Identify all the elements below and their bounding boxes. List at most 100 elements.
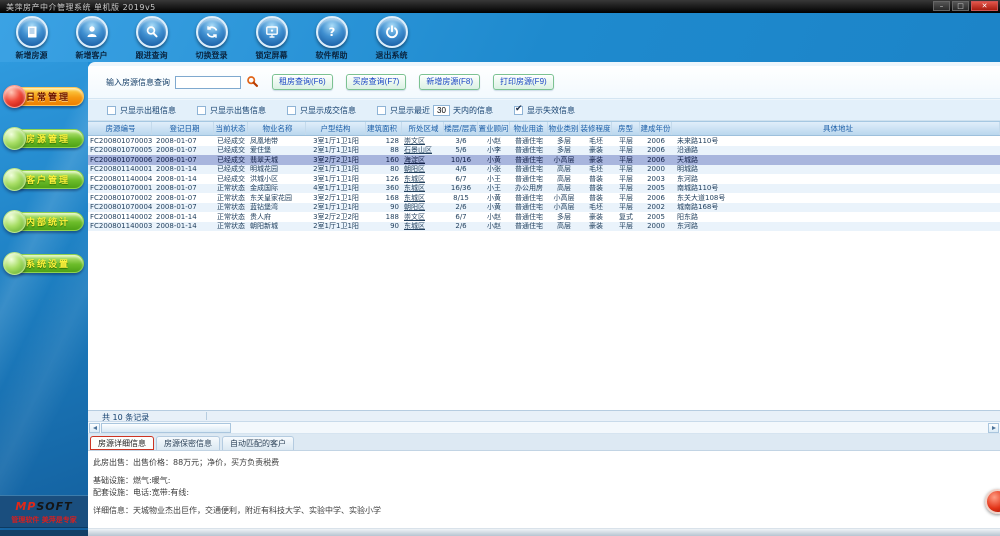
table-cell: 小王 — [478, 183, 510, 193]
table-cell: 沿通路 — [672, 145, 1000, 155]
filter-recent-days[interactable]: 只显示最近 天内的信息 — [377, 105, 493, 116]
sidebar-item-house-management[interactable]: 房源管理 — [3, 127, 85, 151]
table-cell: 小王 — [478, 174, 510, 184]
table-cell: 多层 — [548, 145, 580, 155]
rent-query-button[interactable]: 租房查询(F6) — [272, 74, 333, 90]
column-header[interactable]: 装修程度 — [580, 122, 612, 135]
column-header[interactable]: 置业顾问 — [478, 122, 510, 135]
table-cell: 2000 — [640, 165, 672, 173]
sidebar-item-internal-statistics[interactable]: 内部统计 — [3, 210, 85, 234]
toolbar-add-customer[interactable]: 新增客户 — [68, 15, 115, 62]
table-cell: 平层 — [612, 164, 640, 174]
table-cell: 平层 — [612, 174, 640, 184]
sidebar-item-customer-management[interactable]: 客户管理 — [3, 168, 85, 192]
table-row[interactable]: FC2008011400042008-01-14已经成交洪城小区3室1厅1卫1阳… — [88, 174, 1000, 184]
search-input[interactable] — [175, 76, 241, 89]
table-cell: 普装 — [580, 193, 612, 203]
buy-query-button[interactable]: 买房查询(F7) — [346, 74, 407, 90]
table-cell: 普通住宅 — [510, 164, 548, 174]
tab-house-detail-info[interactable]: 房源详细信息 — [90, 436, 154, 450]
column-header[interactable]: 房型 — [612, 122, 640, 135]
sidebar-item-daily-management[interactable]: 日常管理 — [3, 85, 85, 109]
table-cell: FC200801140001 — [88, 165, 152, 173]
table-cell: FC200801140003 — [88, 222, 152, 230]
column-header[interactable]: 物业类别 — [548, 122, 580, 135]
table-row[interactable]: FC2008011400032008-01-14正常状态朝阳新城2室1厅1卫1阳… — [88, 222, 1000, 232]
minimize-button[interactable]: – — [933, 1, 950, 11]
checkbox-icon[interactable] — [377, 106, 386, 115]
filter-rent-only[interactable]: 只显示出租信息 — [107, 105, 176, 116]
checkbox-icon[interactable] — [107, 106, 116, 115]
table-cell: 2006 — [640, 156, 672, 164]
checkbox-icon[interactable] — [287, 106, 296, 115]
column-header[interactable]: 物业名称 — [248, 122, 306, 135]
scrollbar-thumb[interactable] — [101, 423, 231, 433]
table-row[interactable]: FC2008010700032008-01-07已经成交凤凰地带3室1厅1卫1阳… — [88, 136, 1000, 146]
close-button[interactable]: ✕ — [971, 1, 998, 11]
scroll-right-arrow[interactable] — [988, 423, 999, 433]
table-cell: 小赵 — [478, 136, 510, 146]
maximize-button[interactable]: □ — [952, 1, 969, 11]
add-house-button[interactable]: 新增房源(F8) — [419, 74, 480, 90]
sidebar-item-system-settings[interactable]: 系统设置 — [3, 252, 85, 276]
table-cell: 小高层 — [548, 202, 580, 212]
table-body: FC2008010700032008-01-07已经成交凤凰地带3室1厅1卫1阳… — [88, 136, 1000, 231]
table-cell: 2室1厅1卫1阳 — [306, 202, 366, 212]
filter-deal-only[interactable]: 只显示成交信息 — [287, 105, 356, 116]
table-cell: 平层 — [612, 221, 640, 231]
table-row[interactable]: FC2008010700042008-01-07正常状态蓝钻堡湾2室1厅1卫1阳… — [88, 203, 1000, 213]
table-row[interactable]: FC2008011400012008-01-14已经成交明城花园2室1厅1卫1阳… — [88, 165, 1000, 175]
column-header[interactable]: 建成年份 — [640, 122, 672, 135]
magnifier-icon[interactable] — [246, 75, 259, 90]
toolbar-help[interactable]: ? 软件帮助 — [308, 15, 355, 62]
toolbar-add-house[interactable]: 新增房源 — [8, 15, 55, 62]
table-cell: 普通住宅 — [510, 136, 548, 146]
table-row[interactable]: FC2008010700052008-01-07已经成交爱住堡2室1厅1卫1阳8… — [88, 146, 1000, 156]
table-row[interactable]: FC2008010700062008-01-07已经成交翡翠天城3室2厅2卫1阳… — [88, 155, 1000, 165]
print-house-button[interactable]: 打印房源(F9) — [493, 74, 554, 90]
column-header[interactable]: 登记日期 — [152, 122, 214, 135]
window-title: 美萍房产中介管理系统 单机版 2019v5 — [6, 2, 156, 13]
checkbox-checked-icon[interactable]: ✔ — [514, 106, 523, 115]
table-cell: 复式 — [612, 212, 640, 222]
column-header[interactable]: 所处区域 — [402, 122, 444, 135]
scroll-left-arrow[interactable] — [89, 423, 100, 433]
tab-auto-matched-customers[interactable]: 自动匹配的客户 — [222, 436, 294, 450]
toolbar: 新增房源 新增客户 跟进查询 切换登录 锁定屏幕 ? 软件帮助 退出系统 — [0, 13, 1000, 62]
table-cell: 168 — [366, 194, 402, 202]
column-header[interactable]: 具体地址 — [672, 122, 1000, 135]
column-header[interactable]: 当前状态 — [214, 122, 248, 135]
table-cell: 毛坯 — [580, 164, 612, 174]
table-cell: 126 — [366, 175, 402, 183]
column-header[interactable]: 建筑面积 — [366, 122, 402, 135]
table-row[interactable]: FC2008010700022008-01-07正常状态东关皇家花园3室2厅1卫… — [88, 193, 1000, 203]
table-row[interactable]: FC2008011400022008-01-14正常状态贵人府3室2厅2卫2阳1… — [88, 212, 1000, 222]
filter-sale-only[interactable]: 只显示出售信息 — [197, 105, 266, 116]
table-cell: 东城区 — [402, 193, 444, 203]
toolbar-switch-login[interactable]: 切换登录 — [188, 15, 235, 62]
toolbar-lock-screen[interactable]: 锁定屏幕 — [248, 15, 295, 62]
column-header[interactable]: 物业用途 — [510, 122, 548, 135]
column-header[interactable]: 楼层/层高 — [444, 122, 478, 135]
nav-ball-icon — [3, 168, 26, 191]
table-header[interactable]: 房源编号登记日期当前状态物业名称户型结构建筑面积所处区域楼层/层高置业顾问物业用… — [88, 121, 1000, 136]
column-header[interactable]: 房源编号 — [88, 122, 152, 135]
table-cell: 多层 — [548, 212, 580, 222]
table-cell: FC200801070005 — [88, 146, 152, 154]
table-row[interactable]: FC2008010700012008-01-07正常状态金成国际4室1厅1卫1阳… — [88, 184, 1000, 194]
table-cell: 蓝钻堡湾 — [248, 202, 306, 212]
window-bottom-edge — [88, 528, 1000, 536]
table-cell: 2/6 — [444, 203, 478, 211]
tab-house-confidential-info[interactable]: 房源保密信息 — [156, 436, 220, 450]
toolbar-followup-query[interactable]: 跟进查询 — [128, 15, 175, 62]
toolbar-exit[interactable]: 退出系统 — [368, 15, 415, 62]
table-cell: 高层 — [548, 164, 580, 174]
table-cell: 平层 — [612, 183, 640, 193]
table-cell: 正常状态 — [214, 193, 248, 203]
column-header[interactable]: 户型结构 — [306, 122, 366, 135]
table-cell: 90 — [366, 203, 402, 211]
filter-show-invalid[interactable]: ✔ 显示失效信息 — [514, 105, 575, 116]
horizontal-scrollbar[interactable] — [88, 422, 1000, 434]
checkbox-icon[interactable] — [197, 106, 206, 115]
days-input[interactable] — [433, 105, 450, 116]
